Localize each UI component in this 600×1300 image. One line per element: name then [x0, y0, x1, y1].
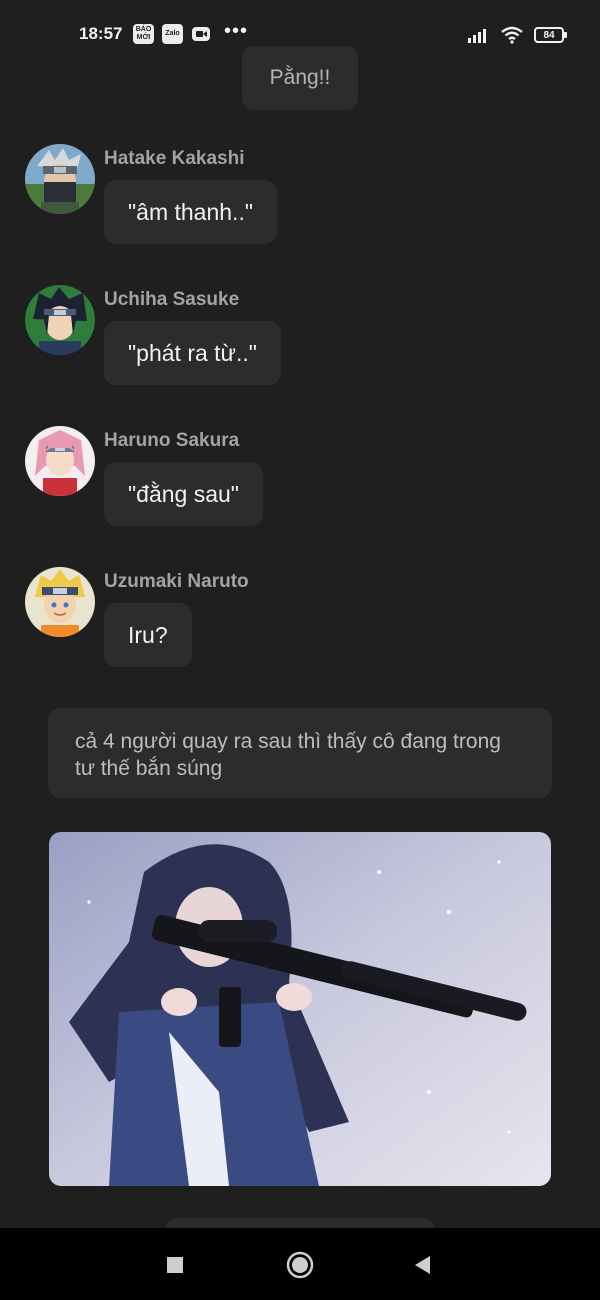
narration-text: cả 4 người quay ra sau thì thấy cô đang … [75, 730, 501, 780]
message-bubble[interactable]: "phát ra từ.." [104, 321, 281, 385]
sound-effect-text: Pằng!! [269, 66, 331, 89]
video-call-icon [190, 24, 211, 44]
avatar-sakura[interactable] [25, 426, 95, 496]
message-item: Hatake Kakashi "âm thanh.." [25, 144, 565, 274]
avatar-kakashi[interactable] [25, 144, 95, 214]
navigation-bar [0, 1228, 600, 1300]
sender-name: Haruno Sakura [104, 430, 240, 451]
more-icon: ••• [224, 20, 249, 42]
battery-icon: 84 [534, 27, 567, 43]
home-circle-icon[interactable] [285, 1250, 315, 1280]
narration-bubble[interactable]: cả 4 người quay ra sau thì thấy cô đang … [48, 708, 552, 798]
story-image[interactable] [49, 832, 551, 1186]
recents-square-icon[interactable] [160, 1250, 190, 1280]
status-indicators: 84 [468, 24, 567, 46]
status-time: 18:57 [79, 24, 123, 43]
battery-level: 84 [543, 29, 555, 41]
zalo-icon: Zalo [162, 24, 183, 44]
message-item: Uzumaki Naruto Iru? [25, 567, 565, 697]
signal-icon [468, 29, 486, 43]
message-item: Haruno Sakura "đằng sau" [25, 426, 565, 556]
back-triangle-icon[interactable] [408, 1250, 438, 1280]
message-bubble[interactable]: "đằng sau" [104, 462, 263, 526]
sender-name: Uzumaki Naruto [104, 571, 249, 592]
sound-effect-bubble[interactable]: Pằng!! [242, 46, 358, 110]
message-bubble[interactable]: "âm thanh.." [104, 180, 278, 244]
avatar-naruto[interactable] [25, 567, 95, 637]
message-item: Uchiha Sasuke "phát ra từ.." [25, 285, 565, 415]
wifi-icon [501, 26, 523, 44]
sender-name: Uchiha Sasuke [104, 289, 240, 310]
sender-name: Hatake Kakashi [104, 148, 245, 169]
message-bubble[interactable]: Iru? [104, 603, 192, 667]
avatar-sasuke[interactable] [25, 285, 95, 355]
baomoi-icon: BÁO MỚI [133, 24, 154, 44]
